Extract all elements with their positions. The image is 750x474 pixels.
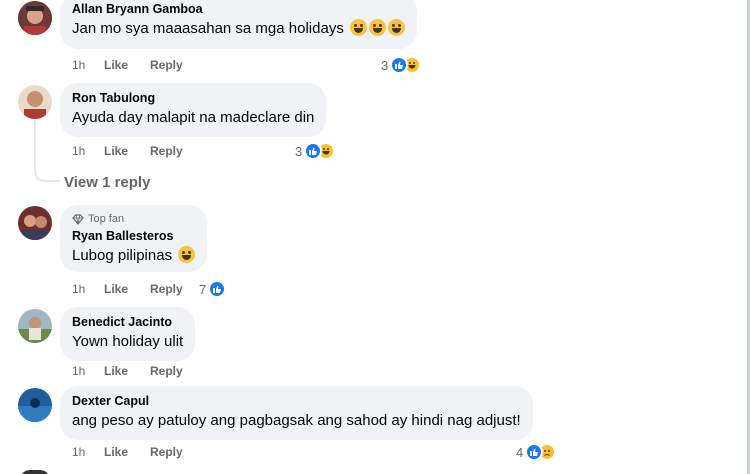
view-replies-link[interactable]: View 1 reply: [64, 174, 150, 191]
comment-actions: 1h Like Reply: [72, 444, 205, 460]
rolling-laughing-emoji-icon: [388, 19, 405, 36]
comment-text: ang peso ay patuloy ang pagbagsak ang sa…: [72, 412, 521, 429]
grinning-emoji-icon: [178, 246, 196, 263]
top-fan-badge: Top fan: [72, 212, 195, 226]
comment-text-body: Lubog pilipinas: [72, 247, 173, 264]
diamond-icon: [72, 213, 84, 225]
comment-bubble: Dexter Capul ang peso ay patuloy ang pag…: [60, 386, 533, 440]
top-fan-label: Top fan: [88, 213, 125, 225]
reaction-summary[interactable]: 3: [381, 56, 422, 74]
reaction-summary[interactable]: 4: [516, 443, 557, 461]
reply-button[interactable]: Reply: [150, 444, 183, 460]
comment-text: Yown holiday ulit: [72, 333, 184, 350]
avatar[interactable]: [18, 1, 52, 35]
like-button[interactable]: Like: [104, 444, 128, 460]
comment-author[interactable]: Allan Bryann Gamboa: [72, 1, 405, 17]
reaction-count: 4: [516, 444, 524, 460]
comment-timestamp[interactable]: 1h: [72, 57, 104, 73]
comment-timestamp[interactable]: 1h: [72, 281, 104, 297]
comment-timestamp[interactable]: 1h: [72, 143, 104, 159]
comment-actions: 1h Like Reply: [72, 143, 205, 159]
comment-timestamp[interactable]: 1h: [72, 363, 104, 379]
avatar[interactable]: [18, 85, 52, 119]
reply-button[interactable]: Reply: [150, 281, 183, 297]
comment-bubble: Ron Tabulong Ayuda day malapit na madecl…: [60, 83, 327, 137]
laughing-emoji-icon: [350, 19, 367, 36]
comment-text: Ayuda day malapit na madeclare din: [72, 109, 315, 126]
reaction-summary[interactable]: 3: [295, 142, 336, 160]
comment-author[interactable]: Ryan Ballesteros: [72, 228, 195, 244]
comment-bubble: Top fan Ryan Ballesteros Lubog pilipinas: [60, 205, 208, 272]
comment-author[interactable]: Ron Tabulong: [72, 90, 314, 106]
avatar[interactable]: [18, 206, 52, 240]
grinning-emoji-icon: [369, 19, 386, 36]
reply-thread-line: [34, 120, 60, 182]
comment-text-body: Jan mo sya maaasahan sa mga holidays: [72, 20, 344, 37]
avatar[interactable]: [20, 470, 50, 474]
comment-text: Jan mo sya maaasahan sa mga holidays: [72, 19, 405, 39]
reaction-count: 3: [381, 57, 389, 73]
reply-button[interactable]: Reply: [150, 363, 183, 379]
comment-author[interactable]: Benedict Jacinto: [72, 314, 183, 330]
comment-actions: 1h Like Reply: [72, 363, 205, 379]
comment-bubble: Benedict Jacinto Yown holiday ulit: [60, 307, 196, 361]
comment-author[interactable]: Dexter Capul: [72, 393, 521, 409]
reaction-count: 3: [295, 143, 303, 159]
avatar[interactable]: [18, 309, 52, 343]
comment-bubble: Allan Bryann Gamboa Jan mo sya maaasahan…: [60, 0, 417, 49]
like-button[interactable]: Like: [104, 363, 128, 379]
comment-actions: 1h Like Reply: [72, 57, 205, 73]
avatar[interactable]: [18, 388, 52, 422]
like-reaction-icon: [208, 280, 227, 298]
like-button[interactable]: Like: [104, 281, 128, 297]
reply-button[interactable]: Reply: [150, 143, 183, 159]
like-button[interactable]: Like: [104, 143, 128, 159]
comment-timestamp[interactable]: 1h: [72, 444, 104, 460]
comment-text: Lubog pilipinas: [72, 246, 196, 266]
comment-actions: 1h Like Reply: [72, 281, 205, 297]
like-button[interactable]: Like: [104, 57, 128, 73]
reply-button[interactable]: Reply: [150, 57, 183, 73]
